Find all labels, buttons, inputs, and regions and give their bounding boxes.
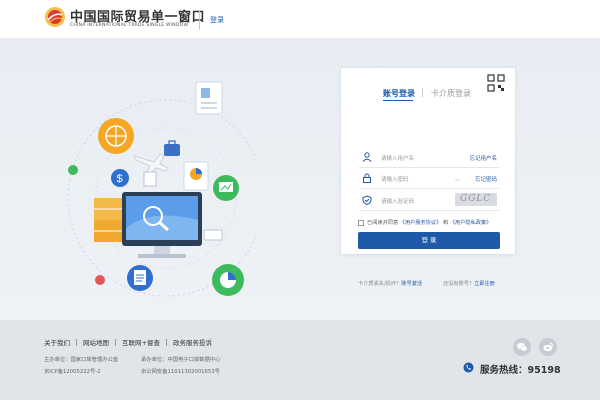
register-link[interactable]: 立即注册	[474, 281, 495, 287]
truck-icon	[203, 229, 223, 241]
building-icon	[143, 171, 157, 187]
dollar-icon: $	[111, 169, 129, 187]
login-button[interactable]: 登 录	[358, 232, 500, 249]
footer-links: 关于我们 网站地图 互联网+督查 政务服务投诉	[44, 337, 212, 347]
forgot-username-link[interactable]: 忘记用户名	[469, 154, 497, 162]
username-field[interactable]: 请输入用户名 忘记用户名	[359, 150, 499, 168]
footer: 关于我们 网站地图 互联网+督查 政务服务投诉 主办单位：国家口岸管理办公室 承办单位…	[0, 320, 600, 400]
header-divider	[199, 10, 200, 30]
host-unit: 主办单位：国家口岸管理办公室	[44, 357, 119, 363]
user-icon	[362, 152, 372, 162]
qr-code-icon[interactable]	[487, 74, 505, 92]
captcha-field[interactable]: 请输入验证码 GGLC	[359, 193, 499, 211]
agreement-text: 已阅读并同意 《用户服务协议》 和 《用户隐私政策》	[367, 219, 491, 226]
login-card: 账号登录 卡介质登录 请输入用户名 忘记用户名 请输入密码 ◡ 忘记密码 请输入…	[340, 67, 516, 287]
no-account-prefix: 还没有账号？	[443, 281, 475, 287]
footer-link-sitemap[interactable]: 网站地图	[83, 339, 109, 347]
logo-icon[interactable]	[44, 6, 66, 28]
wechat-icon[interactable]	[513, 338, 531, 356]
footer-link-complaint[interactable]: 政务服务投诉	[173, 339, 212, 347]
police-record[interactable]: 京公网安备11011302001653号	[141, 367, 220, 375]
cargo-boxes-icon	[94, 198, 124, 242]
hotline-number: 95198	[527, 365, 561, 376]
lock-icon	[363, 173, 371, 183]
clipboard-icon	[127, 265, 153, 291]
briefcase-icon	[164, 140, 180, 156]
monitor-icon	[122, 192, 202, 258]
agree-checkbox[interactable]	[358, 220, 364, 226]
hotline-text: 服务热线：95198	[480, 362, 561, 376]
hotline-label: 服务热线：	[480, 365, 528, 376]
presentation-icon	[213, 175, 239, 201]
password-field[interactable]: 请输入密码 ◡ 忘记密码	[359, 171, 499, 189]
undertake-unit: 承办单位：中国电子口岸数据中心	[141, 357, 221, 363]
svg-text:$: $	[117, 173, 123, 185]
footer-link-supervision[interactable]: 互联网+督查	[122, 339, 160, 347]
green-dot	[68, 165, 78, 175]
active-tab-underline	[383, 100, 413, 101]
shield-icon	[362, 195, 372, 205]
card-lost-prefix: 卡介质丢失/损坏？	[358, 281, 402, 287]
trade-illustration: $	[67, 81, 256, 297]
account-activate-link[interactable]: 账号激活	[401, 281, 422, 287]
site-subtitle: CHINA INTERNATIONAL TRADE SINGLE WINDOW	[70, 23, 189, 28]
captcha-text: GGLC	[460, 194, 492, 204]
green-chart-icon	[212, 264, 244, 296]
agree-and: 和	[442, 220, 449, 226]
icp-number[interactable]: 京ICP备12005222号-2	[44, 367, 101, 375]
weibo-icon[interactable]	[539, 338, 557, 356]
service-hotline: 服务热线：95198	[463, 361, 593, 376]
footer-link-about[interactable]: 关于我们	[44, 339, 70, 347]
phone-icon	[463, 362, 474, 373]
password-placeholder: 请输入密码	[381, 177, 409, 183]
privacy-policy-link[interactable]: 《用户隐私政策》	[450, 220, 492, 226]
agreement-row: 已阅读并同意 《用户服务协议》 和 《用户隐私政策》	[358, 219, 508, 229]
red-dot	[95, 275, 105, 285]
airplane-icon	[133, 153, 169, 175]
captcha-placeholder: 请输入验证码	[381, 199, 415, 205]
register-text: 还没有账号？立即注册	[443, 280, 495, 287]
pie-chart-icon	[183, 161, 209, 191]
header-login-link[interactable]: 登录	[210, 15, 224, 25]
forgot-password-link[interactable]: 忘记密码	[475, 175, 497, 183]
document-icon	[195, 81, 223, 115]
tab-separator	[422, 88, 423, 97]
agree-prefix: 已阅读并同意	[367, 220, 399, 226]
card-lost-text: 卡介质丢失/损坏？账号激活	[358, 280, 422, 287]
captcha-image[interactable]: GGLC	[455, 193, 497, 206]
banner: $ 账号登录 卡介质登录 请输入用户名 忘记用户名 请输入密码 ◡ 忘记密码 请…	[0, 38, 600, 320]
header: 中国国际贸易单一窗口 CHINA INTERNATIONAL TRADE SIN…	[0, 0, 600, 38]
service-agreement-link[interactable]: 《用户服务协议》	[400, 220, 442, 226]
eye-hidden-icon[interactable]: ◡	[455, 175, 460, 182]
tab-account-login[interactable]: 账号登录	[383, 88, 415, 99]
globe-icon	[98, 118, 134, 154]
tab-card-login[interactable]: 卡介质登录	[431, 88, 471, 99]
username-placeholder: 请输入用户名	[381, 156, 415, 162]
